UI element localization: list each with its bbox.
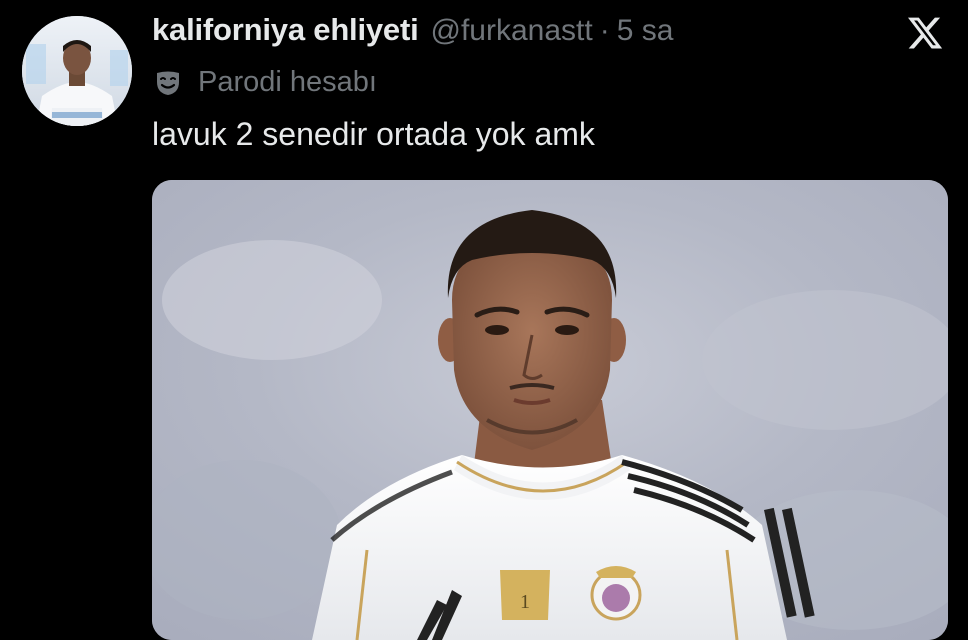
tweet-text: lavuk 2 senedir ortada yok amk: [152, 116, 595, 152]
avatar-image: [22, 16, 132, 126]
parody-label: Parodi hesabı: [198, 66, 377, 98]
avatar[interactable]: [22, 16, 132, 126]
tweet-header: kaliforniya ehliyeti @furkanastt · 5 sa: [152, 12, 673, 48]
user-handle[interactable]: @furkanastt: [431, 14, 593, 48]
timestamp[interactable]: 5 sa: [617, 14, 674, 48]
display-name[interactable]: kaliforniya ehliyeti: [152, 12, 419, 48]
photo-image: 1: [152, 180, 948, 640]
svg-text:1: 1: [520, 591, 530, 613]
separator-dot: ·: [599, 14, 610, 47]
tweet[interactable]: kaliforniya ehliyeti @furkanastt · 5 sa …: [0, 0, 968, 640]
x-logo-icon: [907, 17, 943, 49]
tweet-photo[interactable]: 1: [152, 180, 948, 640]
parody-badge: Parodi hesabı: [154, 66, 377, 99]
theater-mask-icon: [157, 71, 179, 95]
